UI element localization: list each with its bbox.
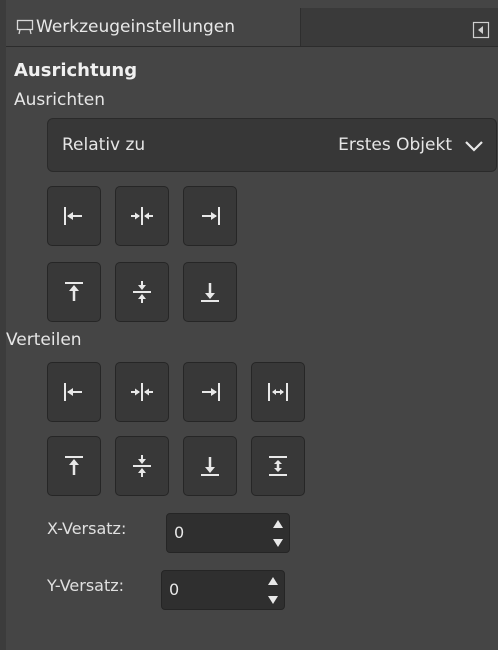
distribute-vertical-gaps-icon [265,453,291,479]
relative-to-combo[interactable]: Relativ zu Erstes Objekt [47,118,497,172]
align-right-edge-icon [197,203,223,229]
decrement-arrow-icon[interactable] [269,534,287,552]
panel-menu-icon[interactable] [472,21,490,39]
x-offset-label: X-Versatz: [47,519,127,538]
align-heading: Ausrichten [14,90,105,110]
y-offset-label: Y-Versatz: [47,576,125,595]
increment-arrow-icon[interactable] [264,572,282,590]
increment-arrow-icon[interactable] [269,515,287,533]
tab-label: Werkzeugeinstellungen [36,17,236,37]
align-middle-vertical-button[interactable] [115,262,169,322]
chevron-down-icon [464,138,484,157]
y-offset-value: 0 [169,580,180,599]
relative-to-value: Erstes Objekt [338,135,452,155]
distribute-right-edges-icon [197,379,223,405]
distribute-top-edges-icon [61,453,87,479]
distribute-right-edges-button[interactable] [183,362,237,422]
x-offset-field[interactable]: 0 [166,513,290,553]
align-bottom-edge-icon [197,279,223,305]
align-left-edge-button[interactable] [47,186,101,246]
align-left-edge-icon [61,203,87,229]
align-top-edge-icon [61,279,87,305]
distribute-heading: Verteilen [6,330,82,350]
distribute-top-edges-button[interactable] [47,436,101,496]
section-title: Ausrichtung [14,60,138,81]
distribute-vertical-centers-icon [129,453,155,479]
distribute-vertical-gaps-button[interactable] [251,436,305,496]
align-middle-vertical-icon [129,279,155,305]
relative-to-label: Relativ zu [62,135,146,155]
align-right-edge-button[interactable] [183,186,237,246]
distribute-horizontal-gaps-icon [265,379,291,405]
distribute-left-edges-button[interactable] [47,362,101,422]
x-offset-value: 0 [174,523,185,542]
distribute-bottom-edges-icon [197,453,223,479]
align-center-horizontal-button[interactable] [115,186,169,246]
distribute-left-edges-icon [61,379,87,405]
distribute-horizontal-gaps-button[interactable] [251,362,305,422]
distribute-vertical-centers-button[interactable] [115,436,169,496]
align-center-horizontal-icon [129,203,155,229]
align-bottom-edge-button[interactable] [183,262,237,322]
distribute-horizontal-centers-icon [129,379,155,405]
tab-tool-options[interactable]: Werkzeugeinstellungen [6,8,301,46]
distribute-bottom-edges-button[interactable] [183,436,237,496]
tool-options-icon [16,19,34,39]
y-offset-field[interactable]: 0 [161,570,285,610]
panel-left-border [0,0,6,650]
dock-tab-bar: Werkzeugeinstellungen [6,8,498,47]
decrement-arrow-icon[interactable] [264,591,282,609]
distribute-horizontal-centers-button[interactable] [115,362,169,422]
align-top-edge-button[interactable] [47,262,101,322]
